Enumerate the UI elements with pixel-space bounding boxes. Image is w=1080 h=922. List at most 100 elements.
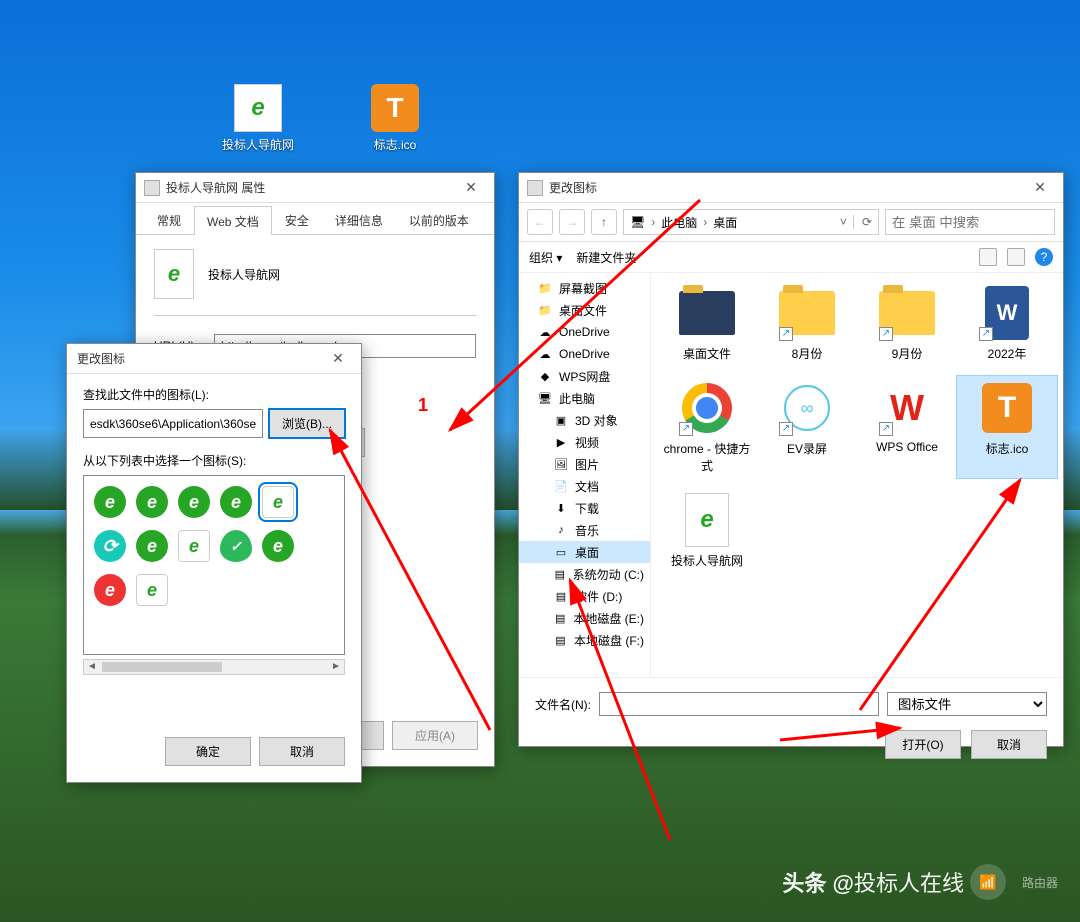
help-icon[interactable]: ? bbox=[1035, 248, 1053, 266]
icon-option[interactable]: e bbox=[262, 530, 294, 562]
file-icon: ∞↗ bbox=[779, 380, 835, 436]
file-item[interactable]: e 投标人导航网 bbox=[657, 488, 757, 573]
file-item[interactable]: T标志.ico bbox=[957, 376, 1057, 478]
view-options-icon[interactable] bbox=[979, 248, 997, 266]
select-icon-label: 从以下列表中选择一个图标(S): bbox=[83, 452, 345, 469]
nav-tree[interactable]: 📁屏幕截图📁桌面文件☁OneDrive☁OneDrive◆WPS网盘🖥此电脑▣3… bbox=[519, 273, 651, 677]
file-item[interactable]: W↗WPS Office bbox=[857, 376, 957, 478]
file-icon: e bbox=[679, 492, 735, 548]
nav-back-button[interactable]: ← bbox=[527, 209, 553, 235]
close-icon[interactable]: ✕ bbox=[323, 350, 353, 367]
icon-option[interactable]: e bbox=[136, 530, 168, 562]
tree-node[interactable]: ▤软件 (D:) bbox=[519, 585, 650, 607]
tree-node[interactable]: 📁桌面文件 bbox=[519, 299, 650, 321]
filetype-select[interactable]: 图标文件 bbox=[887, 692, 1047, 716]
tree-node-label: 系统勿动 (C:) bbox=[573, 566, 644, 583]
file-icon: ↗ bbox=[879, 285, 935, 341]
icon-option[interactable]: ✓ bbox=[220, 530, 252, 562]
tree-node[interactable]: 📁屏幕截图 bbox=[519, 277, 650, 299]
file-label: 投标人导航网 bbox=[659, 552, 755, 569]
file-icon: ↗ bbox=[679, 380, 735, 436]
orange-t-icon: T bbox=[371, 84, 419, 132]
close-icon[interactable]: ✕ bbox=[1025, 179, 1055, 196]
breadcrumb[interactable]: 🖥 › 此电脑 › 桌面 ˅ ⟳ bbox=[623, 209, 879, 235]
tabs: 常规 Web 文档 安全 详细信息 以前的版本 bbox=[136, 203, 494, 235]
file-grid[interactable]: 桌面文件↗8月份↗9月份W↗2022年↗chrome - 快捷方式∞↗EV录屏W… bbox=[651, 273, 1063, 677]
pc-icon: 🖥 bbox=[630, 215, 645, 229]
close-icon[interactable]: ✕ bbox=[456, 179, 486, 196]
tab-details[interactable]: 详细信息 bbox=[322, 205, 396, 234]
titlebar[interactable]: 投标人导航网 属性 ✕ bbox=[136, 173, 494, 203]
tree-node-icon: ▣ bbox=[553, 412, 569, 428]
ok-button[interactable]: 确定 bbox=[165, 737, 251, 766]
icon-option[interactable]: e bbox=[178, 486, 210, 518]
tree-node[interactable]: ▶视频 bbox=[519, 431, 650, 453]
browse-button[interactable]: 浏览(B)... bbox=[269, 409, 345, 438]
refresh-icon[interactable]: ⟳ bbox=[853, 215, 872, 229]
icon-list[interactable]: e e e e e ⟳ e e ✓ e e e bbox=[83, 475, 345, 655]
new-folder-button[interactable]: 新建文件夹 bbox=[576, 249, 636, 266]
tree-node[interactable]: 🖥此电脑 bbox=[519, 387, 650, 409]
open-button[interactable]: 打开(O) bbox=[885, 730, 961, 759]
icon-path-input[interactable] bbox=[83, 409, 263, 438]
icon-option[interactable]: e bbox=[136, 574, 168, 606]
filename-input[interactable] bbox=[599, 692, 879, 716]
tab-web-document[interactable]: Web 文档 bbox=[194, 206, 272, 235]
cancel-button[interactable]: 取消 bbox=[259, 737, 345, 766]
icon-option[interactable]: e bbox=[94, 574, 126, 606]
tree-node[interactable]: ▤本地磁盘 (F:) bbox=[519, 629, 650, 651]
scroll-left-icon[interactable]: ◄ bbox=[84, 660, 100, 674]
nav-forward-button[interactable]: → bbox=[559, 209, 585, 235]
tree-node-icon: ▭ bbox=[553, 544, 569, 560]
icon-option[interactable]: e bbox=[136, 486, 168, 518]
tree-node[interactable]: ☁OneDrive bbox=[519, 343, 650, 365]
tree-node-icon: 📁 bbox=[537, 302, 553, 318]
tree-node-label: 图片 bbox=[575, 456, 599, 473]
icon-option[interactable]: e bbox=[178, 530, 210, 562]
tree-node[interactable]: 📄文档 bbox=[519, 475, 650, 497]
file-item[interactable]: ∞↗ EV录屏 bbox=[757, 376, 857, 478]
tab-general[interactable]: 常规 bbox=[144, 205, 194, 234]
tree-node[interactable]: ⬇下载 bbox=[519, 497, 650, 519]
cancel-button[interactable]: 取消 bbox=[971, 730, 1047, 759]
file-item[interactable]: ↗chrome - 快捷方式 bbox=[657, 376, 757, 478]
preview-pane-icon[interactable] bbox=[1007, 248, 1025, 266]
icon-option-selected[interactable]: e bbox=[262, 486, 294, 518]
scroll-right-icon[interactable]: ► bbox=[328, 660, 344, 674]
organize-menu[interactable]: 组织 ▾ bbox=[529, 249, 562, 266]
tree-node[interactable]: ☁OneDrive bbox=[519, 321, 650, 343]
tab-security[interactable]: 安全 bbox=[272, 205, 322, 234]
titlebar[interactable]: 更改图标 ✕ bbox=[519, 173, 1063, 203]
tree-node[interactable]: ▤系统勿动 (C:) bbox=[519, 563, 650, 585]
tree-node[interactable]: ▭桌面 bbox=[519, 541, 650, 563]
filename-label: 文件名(N): bbox=[535, 696, 591, 713]
tree-node[interactable]: ◆WPS网盘 bbox=[519, 365, 650, 387]
nav-up-button[interactable]: ↑ bbox=[591, 209, 617, 235]
titlebar[interactable]: 更改图标 ✕ bbox=[67, 344, 361, 374]
file-item[interactable]: ↗8月份 bbox=[757, 281, 857, 366]
crumb-pc[interactable]: 此电脑 bbox=[661, 214, 697, 231]
tree-node[interactable]: ▣3D 对象 bbox=[519, 409, 650, 431]
tab-previous[interactable]: 以前的版本 bbox=[396, 205, 482, 234]
tree-node-icon: ☁ bbox=[537, 346, 553, 362]
tree-node-label: 此电脑 bbox=[559, 390, 595, 407]
file-item[interactable]: W↗2022年 bbox=[957, 281, 1057, 366]
desktop-ico-file[interactable]: T 标志.ico bbox=[355, 84, 435, 153]
file-item[interactable]: 桌面文件 bbox=[657, 281, 757, 366]
icon-option[interactable]: e bbox=[94, 486, 126, 518]
file-label: EV录屏 bbox=[759, 440, 855, 457]
window-icon bbox=[144, 180, 160, 196]
scroll-thumb[interactable] bbox=[102, 662, 222, 672]
tree-node[interactable]: 🖼图片 bbox=[519, 453, 650, 475]
crumb-desktop[interactable]: 桌面 bbox=[713, 214, 737, 231]
search-input[interactable] bbox=[885, 209, 1055, 235]
horizontal-scrollbar[interactable]: ◄ ► bbox=[83, 659, 345, 675]
tree-node[interactable]: ▤本地磁盘 (E:) bbox=[519, 607, 650, 629]
tree-node[interactable]: ♪音乐 bbox=[519, 519, 650, 541]
file-label: 8月份 bbox=[759, 345, 855, 362]
file-item[interactable]: ↗9月份 bbox=[857, 281, 957, 366]
icon-option[interactable]: ⟳ bbox=[94, 530, 126, 562]
icon-option[interactable]: e bbox=[220, 486, 252, 518]
chevron-down-icon[interactable]: ˅ bbox=[840, 215, 847, 229]
desktop-ie-shortcut[interactable]: e 投标人导航网 bbox=[218, 84, 298, 153]
